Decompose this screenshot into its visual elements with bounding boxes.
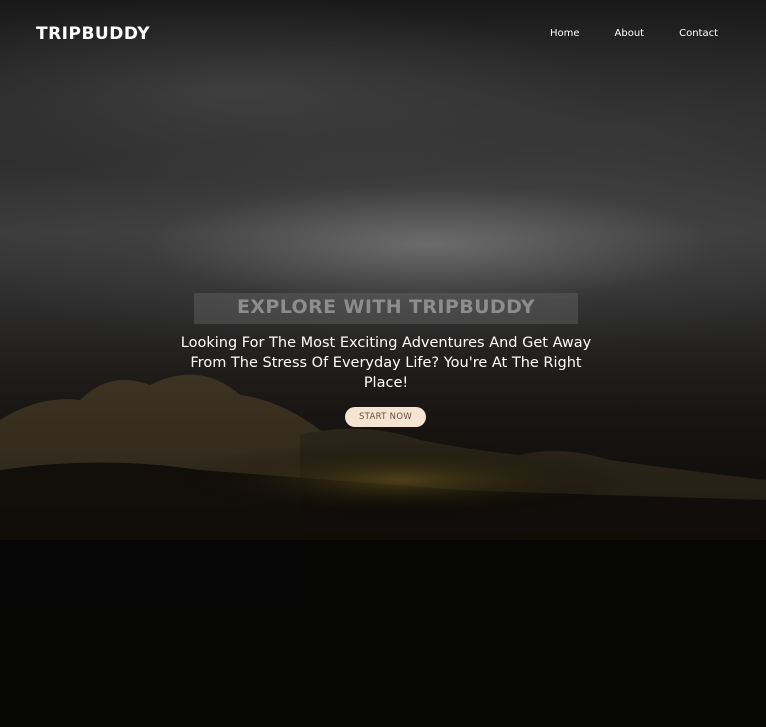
start-now-button[interactable]: START NOW: [345, 407, 426, 427]
brand-logo[interactable]: TRIPBUDDY: [36, 24, 150, 44]
hero-subtext: Looking For The Most Exciting Adventures…: [180, 335, 592, 391]
hero-heading: EXPLORE WITH TRIPBUDDY: [236, 296, 536, 318]
nav-link-about[interactable]: About: [615, 28, 645, 39]
nav-link-contact[interactable]: Contact: [679, 28, 718, 39]
navbar: TRIPBUDDY Home About Contact: [0, 0, 766, 68]
nav-link-home[interactable]: Home: [550, 28, 580, 39]
nav-links: Home About Contact: [515, 28, 718, 39]
